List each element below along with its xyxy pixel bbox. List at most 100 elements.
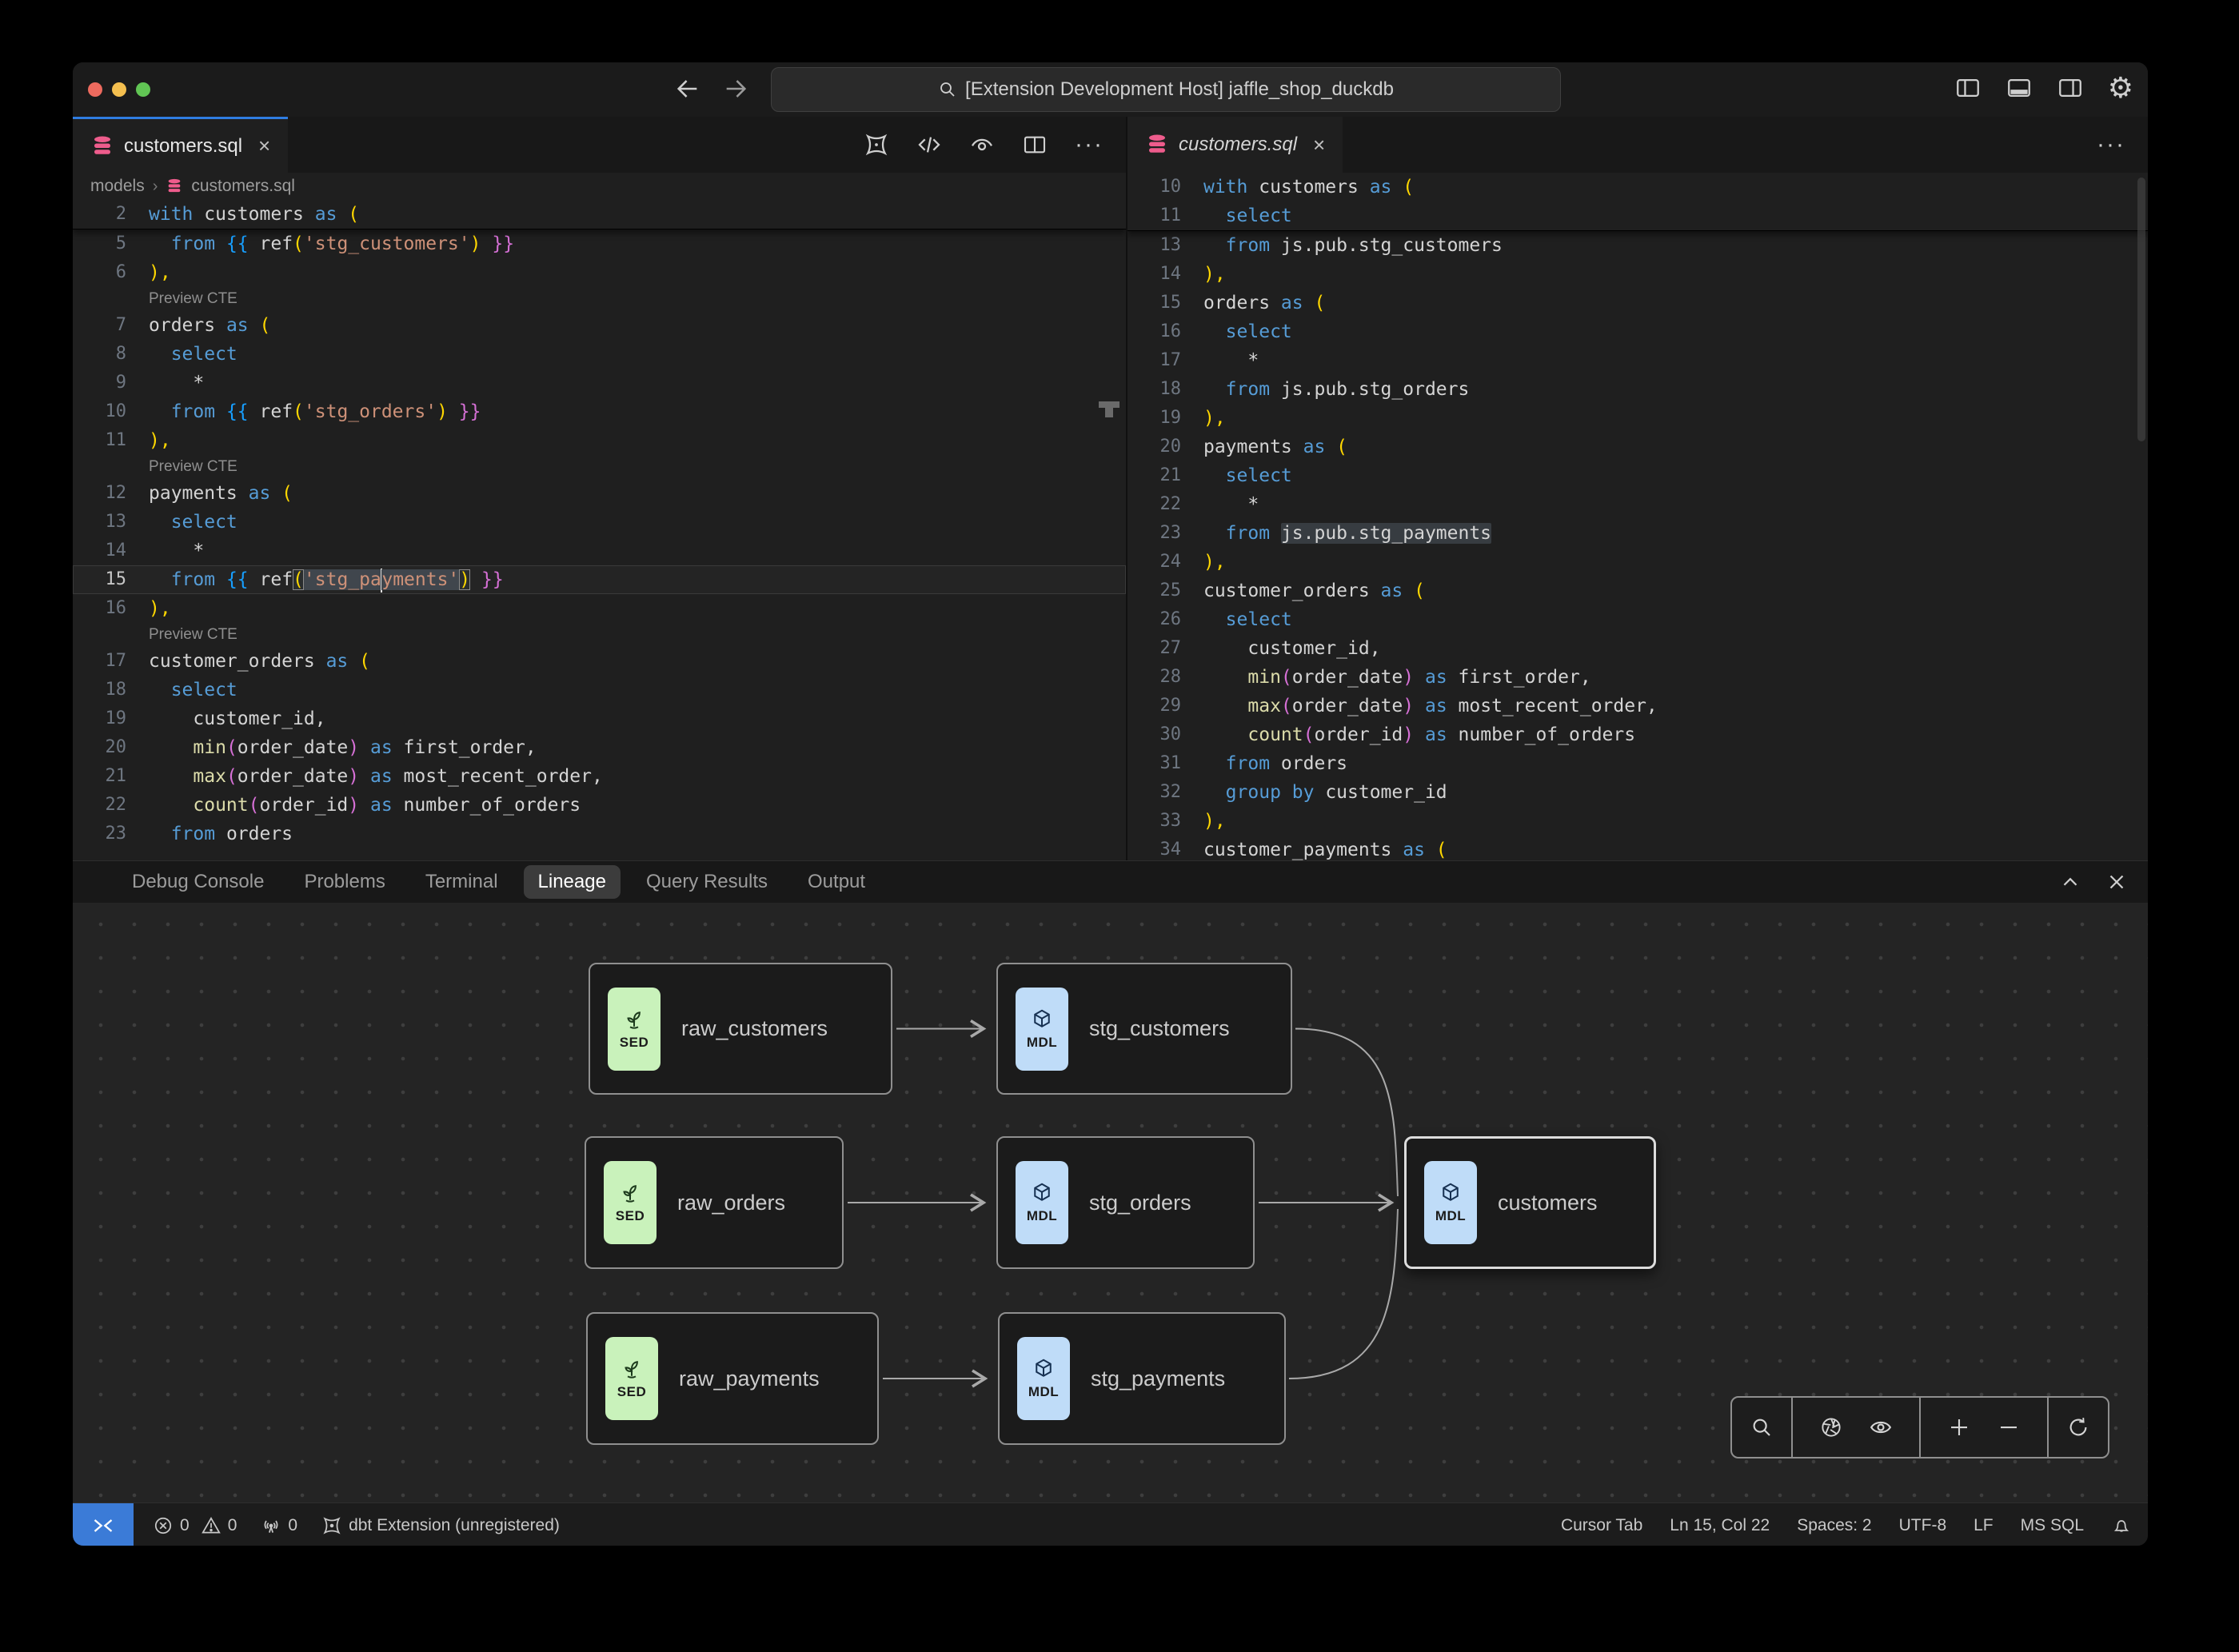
eye-icon[interactable] [1869,1415,1893,1439]
toggle-sidebar-right-icon[interactable] [2057,74,2084,102]
code-line-13[interactable]: 13 select [73,508,1126,537]
code-line-17[interactable]: 17customer_orders as ( [73,647,1126,676]
tab-customers-sql-left[interactable]: customers.sql × [73,117,288,173]
settings-gear-icon[interactable]: ⚙ [2108,74,2133,102]
status-item-notifications[interactable] [2111,1515,2132,1536]
status-item-cursor-tab[interactable]: Cursor Tab [1561,1516,1642,1535]
remote-indicator[interactable] [73,1503,134,1546]
code-line-19[interactable]: 19), [1127,404,2148,433]
code-line-22[interactable]: 22 count(order_id) as number_of_orders [73,791,1126,820]
code-line-15[interactable]: 15 from {{ ref('stg_payments') }} [73,565,1126,594]
toggle-panel-icon[interactable] [2006,74,2033,102]
more-actions-icon[interactable]: ··· [1075,131,1104,158]
forward-icon[interactable] [722,75,749,102]
code-line-26[interactable]: 26 select [1127,605,2148,634]
lineage-node-stg_orders[interactable]: MDLstg_orders [996,1136,1255,1269]
code-line-14[interactable]: 14), [1127,260,2148,289]
panel-tab-output[interactable]: Output [793,865,880,899]
code-line-31[interactable]: 31 from orders [1127,749,2148,778]
status-item-warnings[interactable]: 0 [201,1515,237,1536]
code-line-9[interactable]: 9 * [73,369,1126,397]
lineage-node-stg_payments[interactable]: MDLstg_payments [998,1312,1286,1445]
dbt-action-icon[interactable] [864,132,889,158]
zoom-out-icon[interactable] [1997,1415,2021,1439]
code-line-28[interactable]: 28 min(order_date) as first_order, [1127,663,2148,692]
zoom-in-icon[interactable] [1947,1415,1971,1439]
breadcrumb-folder[interactable]: models [90,177,145,196]
toggle-sidebar-left-icon[interactable] [1954,74,1982,102]
code-lens-label[interactable]: Preview CTE [149,623,237,647]
lineage-node-raw_payments[interactable]: SEDraw_payments [586,1312,879,1445]
code-line-7[interactable]: 7orders as ( [73,311,1126,340]
code-line-15[interactable]: 15orders as ( [1127,289,2148,317]
code-line-30[interactable]: 30 count(order_id) as number_of_orders [1127,720,2148,749]
code-line-5[interactable]: 5 from {{ ref('stg_customers') }} [73,229,1126,258]
code-lens[interactable]: Preview CTE [73,455,1126,479]
maximize-panel-icon[interactable] [2058,870,2082,894]
lineage-node-raw_customers[interactable]: SEDraw_customers [589,963,892,1095]
code-line-23[interactable]: 23 from orders [73,820,1126,848]
code-line-6[interactable]: 6), [73,258,1126,287]
code-line-27[interactable]: 27 customer_id, [1127,634,2148,663]
lineage-node-stg_customers[interactable]: MDLstg_customers [996,963,1292,1095]
status-item-indentation[interactable]: Spaces: 2 [1797,1516,1871,1535]
code-line-11[interactable]: 11), [73,426,1126,455]
more-actions-icon[interactable]: ··· [2097,131,2125,158]
panel-tab-terminal[interactable]: Terminal [411,865,513,899]
code-line-25[interactable]: 25customer_orders as ( [1127,577,2148,605]
command-center-search-bar[interactable]: [Extension Development Host] jaffle_shop… [771,67,1561,112]
status-item-ports[interactable]: 0 [261,1515,297,1536]
code-line-18[interactable]: 18 select [73,676,1126,704]
code-lens-label[interactable]: Preview CTE [149,287,237,311]
code-lens[interactable]: Preview CTE [73,287,1126,311]
close-window-button[interactable] [88,82,102,97]
breadcrumb[interactable]: models › customers.sql [73,173,1126,200]
code-line-33[interactable]: 33), [1127,807,2148,836]
search-icon[interactable] [1750,1415,1774,1439]
aperture-icon[interactable] [1819,1415,1843,1439]
split-editor-icon[interactable] [1022,132,1048,158]
code-line-13[interactable]: 13 from js.pub.stg_customers [1127,231,2148,260]
refresh-icon[interactable] [2066,1415,2090,1439]
status-item-encoding[interactable]: UTF-8 [1899,1516,1947,1535]
breadcrumb-file[interactable]: customers.sql [191,177,295,196]
code-line-16[interactable]: 16), [73,594,1126,623]
status-item-dbt-extension[interactable]: dbt Extension (unregistered) [321,1515,560,1536]
code-lens[interactable]: Preview CTE [73,623,1126,647]
lineage-canvas[interactable]: SEDraw_customers MDLstg_customers SEDraw_o… [73,903,2148,1502]
preview-eye-icon[interactable] [969,132,995,158]
code-line-24[interactable]: 24), [1127,548,2148,577]
code-line-32[interactable]: 32 group by customer_id [1127,778,2148,807]
code-line-12[interactable]: 12payments as ( [73,479,1126,508]
lineage-node-raw_orders[interactable]: SEDraw_orders [585,1136,844,1269]
code-line-34[interactable]: 34customer_payments as ( [1127,836,2148,860]
code-line-14[interactable]: 14 * [73,537,1126,565]
code-line-11[interactable]: 11 select [1127,202,2148,230]
code-line-10[interactable]: 10with customers as ( [1127,173,2148,202]
code-line-21[interactable]: 21 select [1127,461,2148,490]
code-line-17[interactable]: 17 * [1127,346,2148,375]
code-line-10[interactable]: 10 from {{ ref('stg_orders') }} [73,397,1126,426]
status-item-language-mode[interactable]: MS SQL [2021,1516,2084,1535]
code-line-19[interactable]: 19 customer_id, [73,704,1126,733]
code-line-8[interactable]: 8 select [73,340,1126,369]
panel-tab-problems[interactable]: Problems [289,865,399,899]
code-line-20[interactable]: 20payments as ( [1127,433,2148,461]
status-item-line-col[interactable]: Ln 15, Col 22 [1670,1516,1770,1535]
minimize-window-button[interactable] [112,82,126,97]
code-line-22[interactable]: 22 * [1127,490,2148,519]
code-line-29[interactable]: 29 max(order_date) as most_recent_order, [1127,692,2148,720]
editor-right[interactable]: 10with customers as (11 select 13 from j… [1127,173,2148,860]
code-line-16[interactable]: 16 select [1127,317,2148,346]
code-line-23[interactable]: 23 from js.pub.stg_payments [1127,519,2148,548]
code-line-21[interactable]: 21 max(order_date) as most_recent_order, [73,762,1126,791]
code-lens-label[interactable]: Preview CTE [149,455,237,479]
close-panel-icon[interactable] [2105,870,2129,894]
tab-customers-sql-right[interactable]: customers.sql × [1127,117,1343,173]
editor-left[interactable]: 2with customers as ( 5 from {{ ref('stg_… [73,200,1126,860]
close-tab-icon[interactable]: × [1313,133,1325,158]
maximize-window-button[interactable] [136,82,150,97]
panel-tab-lineage[interactable]: Lineage [524,865,621,899]
scrollbar-thumb[interactable] [1099,401,1120,408]
code-line-20[interactable]: 20 min(order_date) as first_order, [73,733,1126,762]
